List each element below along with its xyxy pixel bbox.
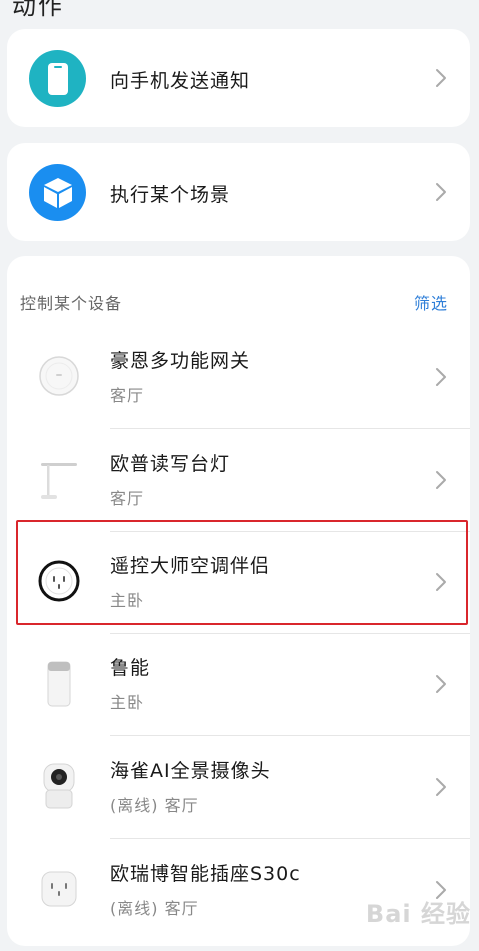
- ac-companion-plug-icon: [33, 553, 85, 609]
- device-row-gateway[interactable]: 豪恩多功能网关 客厅: [7, 326, 470, 429]
- device-room: 主卧: [110, 693, 145, 712]
- chevron-right-icon: [436, 471, 446, 489]
- chevron-right-icon: [436, 675, 446, 693]
- desk-lamp-icon: [33, 451, 85, 507]
- smart-socket-icon: [33, 861, 85, 917]
- chevron-right-icon: [436, 573, 446, 591]
- device-room: 主卧: [110, 591, 145, 610]
- chevron-right-icon: [436, 69, 446, 87]
- chevron-right-icon: [436, 183, 446, 201]
- section-title: 控制某个设备: [20, 294, 123, 313]
- device-row-camera[interactable]: 海雀AI全景摄像头 (离线) 客厅: [7, 736, 470, 839]
- device-name: 海雀AI全景摄像头: [110, 760, 271, 782]
- device-room: 客厅: [110, 489, 145, 508]
- action-label: 执行某个场景: [110, 184, 231, 206]
- cube-icon: [29, 164, 86, 221]
- device-row-desk-lamp[interactable]: 欧普读写台灯 客厅: [7, 429, 470, 532]
- filter-button[interactable]: 筛选: [414, 290, 448, 314]
- device-name: 豪恩多功能网关: [110, 350, 251, 372]
- action-run-scene[interactable]: 执行某个场景: [7, 143, 470, 241]
- device-row-luneng[interactable]: 鲁能 主卧: [7, 633, 470, 736]
- device-name: 遥控大师空调伴侣: [110, 555, 271, 577]
- gateway-icon: [33, 348, 85, 404]
- device-name: 鲁能: [110, 657, 151, 679]
- device-list-card: 控制某个设备 筛选 豪恩多功能网关 客厅 欧普读写台灯 客厅 遥控大师空调伴侣 …: [7, 256, 470, 946]
- device-row-ac-companion[interactable]: 遥控大师空调伴侣 主卧: [7, 531, 470, 634]
- air-purifier-icon: [33, 655, 85, 711]
- chevron-right-icon: [436, 778, 446, 796]
- device-name: 欧瑞博智能插座S30c: [110, 863, 301, 885]
- watermark: Bai 经验: [365, 900, 471, 928]
- device-name: 欧普读写台灯: [110, 453, 231, 475]
- action-label: 向手机发送通知: [110, 70, 251, 92]
- page-title-partial: 动作: [12, 0, 64, 20]
- phone-icon: [29, 50, 86, 107]
- device-room: 客厅: [110, 386, 145, 405]
- action-send-notification[interactable]: 向手机发送通知: [7, 29, 470, 127]
- chevron-right-icon: [436, 368, 446, 386]
- device-room: (离线) 客厅: [110, 796, 199, 815]
- device-room: (离线) 客厅: [110, 899, 199, 918]
- camera-icon: [33, 758, 85, 814]
